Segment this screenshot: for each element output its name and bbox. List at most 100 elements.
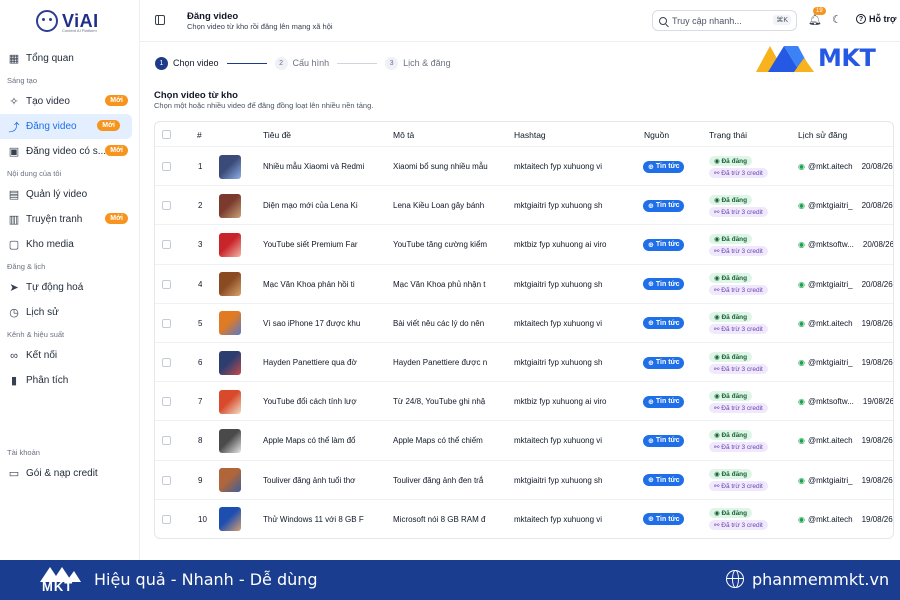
sidebar: ViAI Content AI Platform ▦ Tổng quan Sáng … <box>0 0 140 560</box>
row-checkbox[interactable] <box>162 436 171 446</box>
video-thumbnail[interactable] <box>219 389 241 414</box>
row-title: Touliver đăng ảnh tuổi thơ <box>263 461 381 500</box>
sidebar-item[interactable]: ∞ Kết nối <box>0 343 140 368</box>
row-checkbox[interactable] <box>162 514 171 524</box>
row-checkbox[interactable] <box>162 397 171 407</box>
row-checkbox[interactable] <box>162 318 171 328</box>
sidebar-item[interactable]: ▭ Gói & nạp credit <box>0 461 140 486</box>
source-badge: ⊕ Tin tức <box>643 238 685 251</box>
step-item[interactable]: 1 Chọn video <box>155 56 219 70</box>
row-hashtag-text: mktgiaitri fyp xuhuong sh <box>514 358 603 368</box>
search-icon <box>659 16 667 25</box>
video-thumbnail[interactable] <box>219 154 241 179</box>
col-desc: Mô tả <box>393 129 415 140</box>
sidebar-item[interactable]: ▢ Kho media <box>0 232 140 257</box>
row-index: 8 <box>198 421 202 460</box>
step-item[interactable]: 3 Lịch & đăng <box>385 56 451 70</box>
step-label: Cấu hình <box>292 58 330 68</box>
row-checkbox[interactable] <box>162 240 171 250</box>
footer-logo-text: MKT <box>42 579 74 594</box>
video-thumbnail[interactable] <box>219 311 241 336</box>
card-icon: ▭ <box>8 468 20 480</box>
sidebar-item[interactable]: ▦ Tổng quan <box>0 46 140 71</box>
row-index: 4 <box>198 265 202 304</box>
credit-badge: ⚯ Đã trừ 3 credit <box>709 363 768 374</box>
table-row[interactable]: 8 Apple Maps có thể làm đổ Apple Maps có t… <box>155 421 893 461</box>
footer-url[interactable]: phanmemmkt.vn <box>752 570 889 589</box>
row-hashtag-text: mktgiaitri fyp xuhuong sh <box>514 201 603 211</box>
row-select-cell <box>162 421 171 460</box>
table-row[interactable]: 2 Diện mạo mới của Lena Ki Lena Kiều Loan … <box>155 186 893 226</box>
sidebar-item[interactable]: ▮ Phân tích <box>0 368 140 393</box>
row-index: 6 <box>198 343 202 382</box>
share-icon: ⤴ <box>8 121 20 134</box>
row-hashtag: mktgiaitri fyp xuhuong sh <box>514 186 632 225</box>
sidebar-item[interactable]: ✧ Tạo video Mới <box>0 89 140 114</box>
select-all-cell <box>162 122 171 147</box>
row-select-cell <box>162 500 171 538</box>
video-thumbnail[interactable] <box>219 272 241 297</box>
quick-search[interactable]: Truy cập nhanh... ⌘K <box>652 10 797 31</box>
video-thumbnail[interactable] <box>219 428 241 453</box>
row-desc-text: Apple Maps có thể chiếm <box>393 436 483 446</box>
video-thumbnail[interactable] <box>219 193 241 218</box>
sidebar-item-label: Tổng quan <box>26 53 74 64</box>
page-subtitle: Chọn video từ kho rồi đăng lên mạng xã h… <box>187 22 333 31</box>
table-row[interactable]: 5 Vì sao iPhone 17 được khu Bài viết nêu c… <box>155 304 893 343</box>
table-row[interactable]: 9 Touliver đăng ảnh tuổi thơ Touliver đăng… <box>155 461 893 500</box>
table-row[interactable]: 4 Mạc Văn Khoa phản hồi ti Mạc Văn Khoa ph… <box>155 265 893 304</box>
row-desc: Bài viết nêu các lý do nên <box>393 304 505 343</box>
table-row[interactable]: 10 Thử Windows 11 với 8 GB F Microsoft nói… <box>155 500 893 538</box>
row-title: YouTube siết Premium Far <box>263 225 381 264</box>
row-hashtag: mktaitech fyp xuhuong vi <box>514 500 632 538</box>
footer-slogan: Hiệu quả - Nhanh - Dễ dùng <box>94 570 318 589</box>
row-checkbox[interactable] <box>162 358 171 368</box>
sidebar-section-label: Đăng & lịch <box>7 261 46 271</box>
row-hashtag: mktaitech fyp xuhuong vi <box>514 304 632 343</box>
video-thumbnail[interactable] <box>219 350 241 375</box>
row-title: Mạc Văn Khoa phản hồi ti <box>263 265 381 304</box>
row-hashtag-text: mktaitech fyp xuhuong vi <box>514 436 603 446</box>
news-icon: ⊕ <box>648 477 654 485</box>
video-thumbnail[interactable] <box>219 468 241 493</box>
row-source: ⊕ Tin tức <box>643 461 685 500</box>
sidebar-item-label: Tự động hoá <box>26 282 84 293</box>
row-index: 2 <box>198 186 202 225</box>
status-label: Đã đăng <box>721 510 748 518</box>
row-checkbox[interactable] <box>162 162 171 172</box>
step-item[interactable]: 2 Cấu hình <box>274 56 330 70</box>
row-index-text: 3 <box>198 240 203 250</box>
row-index-text: 4 <box>198 279 203 289</box>
news-icon: ⊕ <box>648 202 654 210</box>
row-title: Apple Maps có thể làm đổ <box>263 421 381 460</box>
row-desc: Touliver đăng ảnh đen trắ <box>393 461 505 500</box>
status-label: Đã đăng <box>721 235 748 243</box>
sidebar-item[interactable]: ◷ Lịch sử <box>0 300 140 325</box>
select-all-checkbox[interactable] <box>162 130 171 139</box>
row-index: 3 <box>198 225 202 264</box>
source-label: Tin tức <box>655 437 680 445</box>
table-row[interactable]: 6 Hayden Panettiere qua đờ Hayden Panettie… <box>155 343 893 383</box>
sidebar-item[interactable]: ▣ Đăng video có s... Mới <box>0 139 140 164</box>
table-row[interactable]: 7 YouTube đổi cách tính lượ Từ 24/8, YouTu… <box>155 382 893 422</box>
sidebar-item[interactable]: ▤ Quản lý video <box>0 182 140 207</box>
help-button[interactable]: ? Hỗ trợ <box>856 14 896 24</box>
film-icon: ▤ <box>8 189 20 201</box>
row-select-cell <box>162 186 171 225</box>
table-row[interactable]: 3 YouTube siết Premium Far YouTube tăng cư… <box>155 225 893 265</box>
source-badge: ⊕ Tin tức <box>643 356 685 369</box>
table-row[interactable]: 1 Nhiều mẫu Xiaomi và Redmi Xiaomi bổ sung… <box>155 147 893 187</box>
sidebar-toggle-icon[interactable] <box>155 15 165 25</box>
row-title-text: Touliver đăng ảnh tuổi thơ <box>263 475 356 485</box>
sidebar-item[interactable]: ➤ Tự động hoá <box>0 275 140 300</box>
video-thumbnail[interactable] <box>219 507 241 532</box>
sidebar-item[interactable]: ⤴ Đăng video Mới <box>0 114 132 139</box>
row-checkbox[interactable] <box>162 475 171 485</box>
row-checkbox[interactable] <box>162 201 171 211</box>
video-thumbnail[interactable] <box>219 232 241 257</box>
moon-icon[interactable]: ☾ <box>832 13 842 26</box>
row-checkbox[interactable] <box>162 279 171 289</box>
sidebar-item[interactable]: ▥ Truyện tranh Mới <box>0 207 140 232</box>
row-status: ◉ Đã đăng ⚯ Đã trừ 3 credit <box>709 147 768 186</box>
credit-badge: ⚯ Đã trừ 3 credit <box>709 520 768 531</box>
